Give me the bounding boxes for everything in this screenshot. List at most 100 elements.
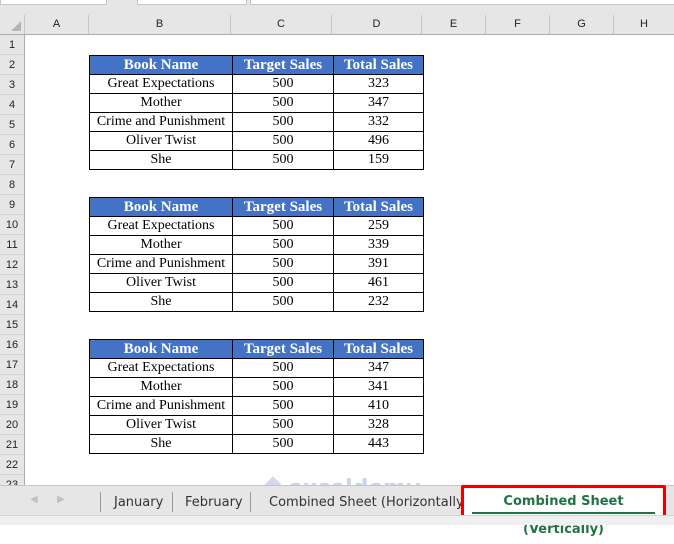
sheet-tab-january[interactable]: January [114,486,163,514]
book-name-cell[interactable]: Great Expectations [89,358,233,378]
column-header-h[interactable]: H [614,15,674,34]
target-sales-cell[interactable]: 500 [232,150,334,170]
target-sales-cell[interactable]: 500 [232,292,334,312]
total-sales-cell[interactable]: 496 [333,131,424,151]
row-header[interactable]: 12 [0,255,24,275]
book-name-cell[interactable]: Oliver Twist [89,415,233,435]
row-header[interactable]: 13 [0,275,24,295]
active-tab-underline [472,512,655,514]
target-sales-cell[interactable]: 500 [232,377,334,397]
row-header[interactable]: 1 [0,35,24,55]
row-header[interactable]: 3 [0,75,24,95]
row-header[interactable]: 11 [0,235,24,255]
row-header[interactable]: 9 [0,195,24,215]
book-name-cell[interactable]: Oliver Twist [89,273,233,293]
formula-bar-area [0,0,674,15]
column-header-d[interactable]: D [332,15,422,34]
total-sales-cell[interactable]: 159 [333,150,424,170]
target-sales-cell[interactable]: 500 [232,216,334,236]
row-header[interactable]: 17 [0,355,24,375]
column-header-a[interactable]: A [25,15,89,34]
name-box[interactable] [0,0,107,5]
total-sales-cell[interactable]: 259 [333,216,424,236]
row-header[interactable]: 15 [0,315,24,335]
book-name-cell[interactable]: She [89,434,233,454]
target-sales-cell[interactable]: 500 [232,415,334,435]
column-header-c[interactable]: C [231,15,332,34]
total-sales-cell[interactable]: 443 [333,434,424,454]
book-name-cell[interactable]: Great Expectations [89,216,233,236]
table-row: Great Expectations 500 323 [89,74,424,94]
book-name-cell[interactable]: Mother [89,235,233,255]
row-header[interactable]: 5 [0,115,24,135]
column-header-g[interactable]: G [550,15,614,34]
sheet-tab-february[interactable]: February [185,486,243,514]
row-header[interactable]: 18 [0,375,24,395]
target-sales-cell[interactable]: 500 [232,74,334,94]
table-row: Mother 500 341 [89,377,424,397]
total-sales-cell[interactable]: 332 [333,112,424,132]
header-cell[interactable]: Total Sales [333,55,424,75]
row-header[interactable]: 14 [0,295,24,315]
row-header[interactable]: 21 [0,435,24,455]
total-sales-cell[interactable]: 347 [333,358,424,378]
target-sales-cell[interactable]: 500 [232,93,334,113]
formula-controls[interactable] [137,0,247,5]
header-cell[interactable]: Book Name [89,55,233,75]
book-name-cell[interactable]: Crime and Punishment [89,254,233,274]
total-sales-cell[interactable]: 391 [333,254,424,274]
total-sales-cell[interactable]: 323 [333,74,424,94]
total-sales-cell[interactable]: 328 [333,415,424,435]
row-header[interactable]: 8 [0,175,24,195]
target-sales-cell[interactable]: 500 [232,112,334,132]
column-header-e[interactable]: E [422,15,486,34]
total-sales-cell[interactable]: 339 [333,235,424,255]
sales-table-3: Book Name Target Sales Total Sales Great Ex… [89,339,424,454]
target-sales-cell[interactable]: 500 [232,434,334,454]
column-headers: A B C D E F G H [0,15,674,35]
target-sales-cell[interactable]: 500 [232,358,334,378]
book-name-cell[interactable]: Crime and Punishment [89,396,233,416]
header-cell[interactable]: Target Sales [232,197,334,217]
book-name-cell[interactable]: She [89,292,233,312]
target-sales-cell[interactable]: 500 [232,396,334,416]
book-name-cell[interactable]: Mother [89,377,233,397]
total-sales-cell[interactable]: 341 [333,377,424,397]
row-header[interactable]: 2 [0,55,24,75]
sheet-tab-combined-horizontally[interactable]: Combined Sheet (Horizontally) [269,486,469,514]
book-name-cell[interactable]: Oliver Twist [89,131,233,151]
target-sales-cell[interactable]: 500 [232,254,334,274]
row-header[interactable]: 19 [0,395,24,415]
total-sales-cell[interactable]: 410 [333,396,424,416]
row-header[interactable]: 4 [0,95,24,115]
row-header[interactable]: 16 [0,335,24,355]
row-header[interactable]: 6 [0,135,24,155]
header-cell[interactable]: Total Sales [333,197,424,217]
formula-input[interactable] [250,0,674,5]
row-header[interactable]: 10 [0,215,24,235]
header-cell[interactable]: Target Sales [232,339,334,359]
target-sales-cell[interactable]: 500 [232,131,334,151]
book-name-cell[interactable]: Crime and Punishment [89,112,233,132]
target-sales-cell[interactable]: 500 [232,273,334,293]
total-sales-cell[interactable]: 232 [333,292,424,312]
header-cell[interactable]: Total Sales [333,339,424,359]
total-sales-cell[interactable]: 347 [333,93,424,113]
prev-sheet-icon[interactable]: ◀ [30,494,38,505]
row-header[interactable]: 7 [0,155,24,175]
header-cell[interactable]: Target Sales [232,55,334,75]
book-name-cell[interactable]: Mother [89,93,233,113]
row-header[interactable]: 23 [0,475,24,485]
column-header-f[interactable]: F [486,15,550,34]
book-name-cell[interactable]: She [89,150,233,170]
header-cell[interactable]: Book Name [89,197,233,217]
row-header[interactable]: 20 [0,415,24,435]
select-all-button[interactable] [0,15,25,34]
total-sales-cell[interactable]: 461 [333,273,424,293]
next-sheet-icon[interactable]: ▶ [57,494,65,505]
book-name-cell[interactable]: Great Expectations [89,74,233,94]
header-cell[interactable]: Book Name [89,339,233,359]
column-header-b[interactable]: B [89,15,231,34]
target-sales-cell[interactable]: 500 [232,235,334,255]
row-header[interactable]: 22 [0,455,24,475]
